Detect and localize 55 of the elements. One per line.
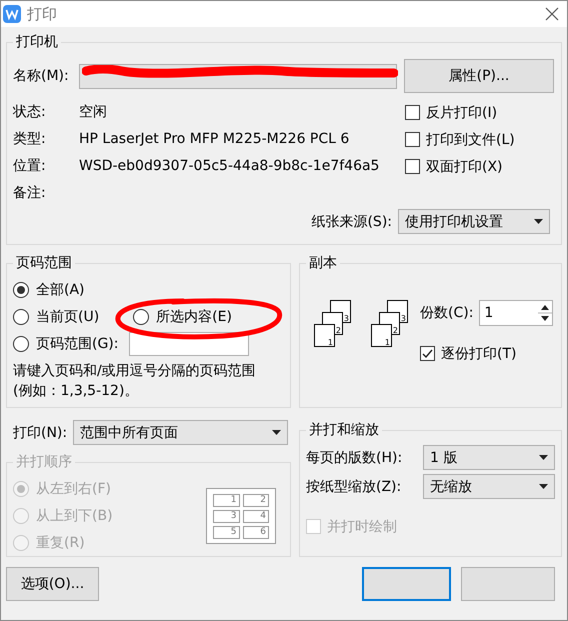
radio-label: 当前页(U) — [36, 308, 100, 326]
group-title: 并打顺序 — [15, 453, 73, 471]
radio-label: 从上到下(B) — [36, 506, 113, 524]
radio-label: 所选内容(E) — [156, 308, 232, 326]
radio-button[interactable] — [13, 308, 29, 324]
copies-spinbox[interactable]: 1 — [479, 300, 554, 326]
dropdown[interactable]: 无缩放 — [423, 474, 555, 499]
info-label: 状态: — [13, 103, 47, 122]
radio-button[interactable] — [13, 336, 29, 352]
info-value: 空闲 — [79, 104, 107, 120]
dropdown[interactable]: 范围中所有页面 — [73, 420, 288, 445]
checkbox[interactable] — [420, 346, 435, 361]
checkbox[interactable] — [405, 132, 420, 147]
radio-label: 页码范围(G): — [36, 334, 118, 352]
radio-button[interactable] — [133, 308, 150, 324]
radio-button[interactable] — [13, 282, 29, 298]
hint-text: 请键入页码和/或用逗号分隔的页码范围 (例如：1,3,5-12)。 — [13, 362, 257, 401]
group-title: 页码范围 — [15, 254, 73, 272]
info-label: 类型: — [13, 130, 47, 149]
field-label: 打印(N): — [13, 424, 68, 442]
checkbox-label: 并打时绘制 — [327, 518, 397, 536]
radio-label: 从左到右(F) — [36, 480, 111, 498]
window-title: 打印 — [27, 4, 58, 24]
radio-label: 全部(A) — [36, 280, 85, 298]
dropdown[interactable]: 1 版 — [423, 445, 555, 470]
group-title: 并打和缩放 — [308, 421, 380, 439]
info-label: 位置: — [13, 157, 47, 176]
dropdown-arrow-icon — [539, 455, 548, 460]
dropdown[interactable]: 使用打印机设置 — [398, 209, 550, 234]
checkbox-label: 双面打印(X) — [426, 158, 503, 176]
radio-label: 重复(R) — [36, 534, 85, 552]
info-label: 备注: — [13, 184, 47, 203]
dropdown-arrow-icon — [272, 430, 282, 435]
checkbox-label: 逐份打印(T) — [441, 344, 516, 362]
field-label: 份数(C): — [420, 304, 474, 322]
field-label: 名称(M): — [13, 67, 70, 85]
field-label: 纸张来源(S): — [311, 212, 392, 230]
field-label: 按纸型缩放(Z): — [306, 478, 402, 496]
options-button[interactable]: 选项(O)... — [6, 567, 99, 601]
field-label: 每页的版数(H): — [306, 448, 402, 466]
checkbox[interactable] — [405, 159, 420, 174]
checkbox-label: 反片打印(I) — [426, 104, 498, 122]
info-value: WSD-eb0d9307-05c5-44a8-9b8c-1e7f46a5 — [79, 158, 380, 174]
checkbox[interactable] — [405, 105, 420, 120]
group-title: 副本 — [308, 254, 338, 272]
group-title: 打印机 — [15, 33, 59, 51]
dropdown-arrow-icon — [539, 484, 548, 489]
page-order-icon: 1 2 3 4 5 6 — [206, 488, 276, 544]
info-value: HP LaserJet Pro MFP M225-M226 PCL 6 — [79, 131, 350, 147]
checkbox-label: 打印到文件(L) — [426, 130, 515, 148]
printer-name-field[interactable] — [79, 64, 397, 88]
close-icon[interactable] — [545, 7, 559, 21]
properties-button[interactable]: 属性(P)... — [404, 59, 554, 93]
default-button[interactable] — [362, 567, 451, 601]
dropdown-arrow-icon — [534, 219, 543, 224]
